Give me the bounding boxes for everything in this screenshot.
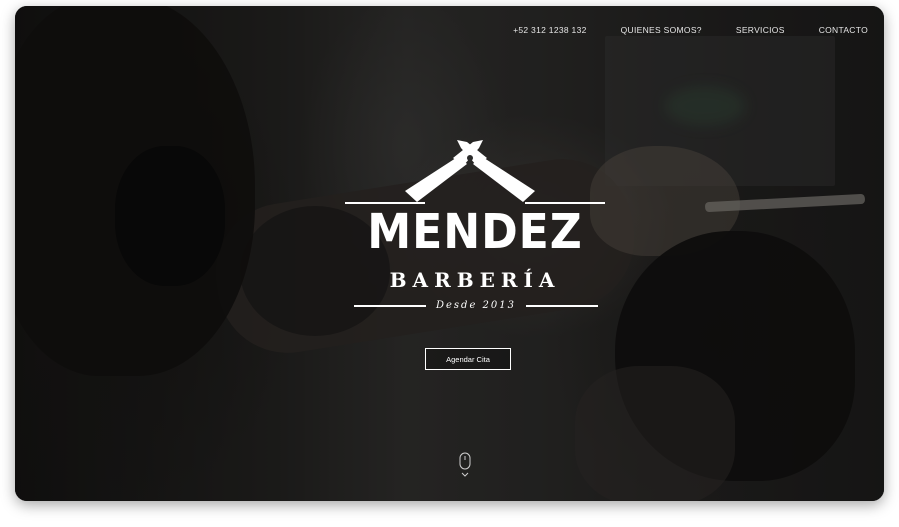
since-text: Desde 2013 [435, 300, 516, 311]
brand-logo: MENDEZ BARBERÍA Desde 2013 [15, 6, 884, 501]
brand-subtitle: BARBERÍA [389, 268, 561, 292]
crossed-razors-icon [405, 140, 535, 202]
hero-section: +52 312 1238 132 QUIENES SOMOS? SERVICIO… [15, 6, 884, 501]
book-appointment-button[interactable]: Agendar Cita [425, 348, 511, 370]
since-line-right [526, 304, 598, 307]
since-line-left [353, 304, 426, 307]
mouse-scroll-icon[interactable] [458, 452, 472, 478]
brand-name: MENDEZ [367, 204, 583, 260]
since-row: Desde 2013 [345, 300, 607, 311]
